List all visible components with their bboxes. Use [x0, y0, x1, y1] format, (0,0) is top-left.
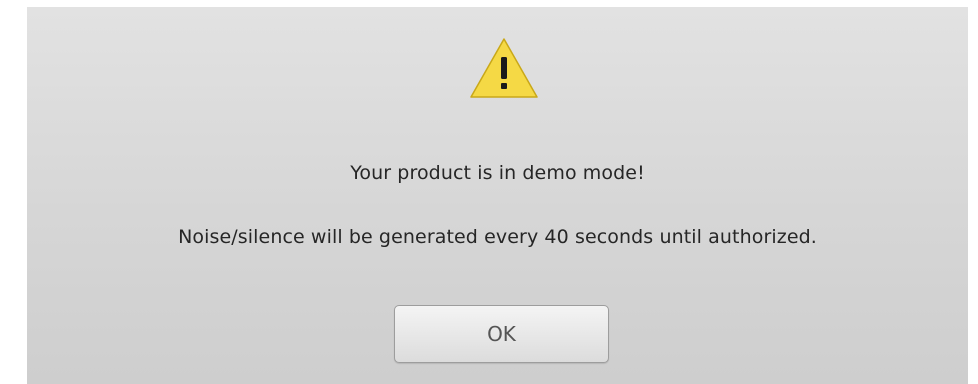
alert-message: Noise/silence will be generated every 40…	[178, 226, 817, 248]
warning-icon	[470, 38, 538, 98]
demo-mode-alert-dialog: Your product is in demo mode! Noise/sile…	[27, 7, 968, 384]
alert-title: Your product is in demo mode!	[350, 162, 645, 184]
ok-button[interactable]: OK	[394, 305, 609, 363]
